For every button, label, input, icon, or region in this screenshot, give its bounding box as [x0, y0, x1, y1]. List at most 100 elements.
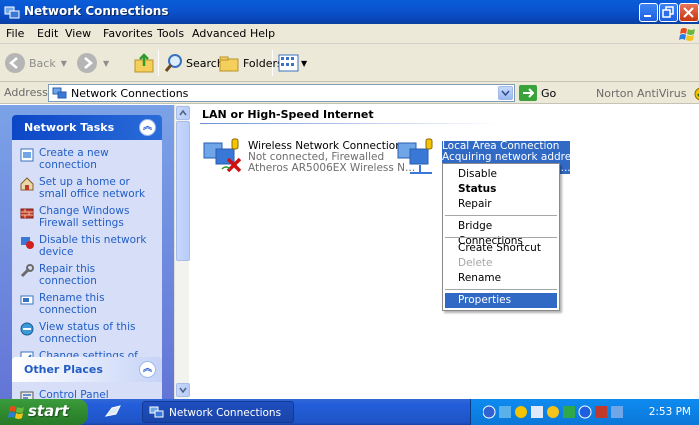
firewall-icon: [20, 208, 34, 219]
network-tasks-panel: Network Tasks ︽ Create a new connection …: [12, 115, 162, 386]
menu-bar: File Edit View Favorites Tools Advanced …: [0, 24, 699, 44]
lan-connection-icon: [397, 138, 433, 174]
taskbar-network-connections-button[interactable]: Network Connections: [142, 401, 294, 423]
tray-network-icon: [499, 406, 511, 418]
search-button[interactable]: Search: [164, 52, 224, 74]
task-create-new-connection[interactable]: Create a new connection: [20, 147, 156, 171]
restore-icon: [662, 6, 674, 18]
network-tasks-header[interactable]: Network Tasks ︽: [12, 115, 162, 140]
scroll-down-arrow-icon: [179, 387, 187, 394]
tray-app-icon: [563, 406, 575, 418]
close-button[interactable]: [679, 3, 699, 22]
group-divider: [200, 123, 500, 124]
task-view-status[interactable]: View status of this connection: [20, 321, 156, 345]
title-bar[interactable]: Network Connections: [0, 0, 699, 24]
scroll-up-arrow-icon: [179, 109, 187, 116]
menu-item-repair[interactable]: Repair: [445, 197, 557, 212]
scroll-up-button[interactable]: [176, 106, 190, 120]
taskbar: start Network Connections 2:53 PM: [0, 399, 699, 425]
task-pane: Network Tasks ︽ Create a new connection …: [0, 105, 174, 399]
up-folder-button[interactable]: [133, 52, 155, 74]
menu-item-properties[interactable]: Properties: [445, 293, 557, 308]
address-input[interactable]: Network Connections: [48, 84, 515, 102]
back-button[interactable]: Back ▼: [4, 52, 67, 74]
task-disable-network-device[interactable]: Disable this network device: [20, 234, 156, 258]
menu-view[interactable]: View: [65, 27, 91, 40]
views-button[interactable]: ▼: [278, 52, 307, 74]
menu-item-delete[interactable]: Delete: [445, 256, 557, 271]
chevron-down-icon: [501, 90, 510, 97]
task-set-up-home-network[interactable]: Set up a home or small office network: [20, 176, 156, 200]
address-label: Address: [4, 86, 48, 99]
tray-security-icon: [515, 406, 527, 418]
menu-item-bridge-connections[interactable]: Bridge Connections: [445, 219, 557, 247]
tray-expand-icon: [482, 405, 496, 419]
tray-icon-strip: [482, 405, 623, 419]
tray-norton-icon: [547, 406, 559, 418]
group-title: LAN or High-Speed Internet: [202, 108, 374, 121]
network-folder-icon: [52, 87, 67, 99]
minimize-icon: [644, 15, 651, 17]
network-tasks-list: Create a new connection Set up a home or…: [12, 140, 162, 386]
address-dropdown-button[interactable]: [498, 86, 513, 100]
search-icon: [164, 54, 182, 72]
menu-tools[interactable]: Tools: [157, 27, 184, 40]
repair-icon: [20, 264, 34, 278]
clock: 2:53 PM: [648, 406, 691, 418]
lan-connection-status: Acquiring network address, Fir...: [442, 151, 570, 163]
norton-icon: [694, 87, 699, 101]
norton-antivirus-toolbar[interactable]: Norton AntiVirus ▼: [596, 87, 699, 101]
window-title: Network Connections: [24, 4, 169, 18]
system-tray: 2:53 PM: [470, 399, 699, 425]
task-change-firewall-settings[interactable]: Change Windows Firewall settings: [20, 205, 156, 229]
menu-advanced[interactable]: Advanced: [192, 27, 246, 40]
views-dropdown-icon: ▼: [301, 58, 308, 68]
toolbar: Back ▼ ▼ Search Folders ▼: [0, 44, 699, 82]
forward-button[interactable]: ▼: [76, 52, 109, 74]
view-status-icon: [20, 322, 34, 336]
menu-item-status[interactable]: Status: [445, 182, 557, 197]
folders-button[interactable]: Folders: [219, 52, 283, 74]
maximize-button[interactable]: [659, 3, 678, 22]
up-folder-icon: [134, 53, 154, 73]
task-pane-scrollbar[interactable]: [174, 105, 190, 399]
go-arrow-icon: [519, 85, 537, 101]
windows-logo-icon: [8, 406, 24, 419]
tray-dell-icon: [595, 406, 607, 418]
network-connections-icon: [4, 6, 20, 19]
scroll-down-button[interactable]: [176, 383, 190, 397]
back-arrow-icon: [5, 53, 25, 73]
menu-help[interactable]: Help: [250, 27, 275, 40]
forward-arrow-icon: [77, 53, 97, 73]
folders-icon: [219, 56, 239, 72]
task-rename-connection[interactable]: Rename this connection: [20, 292, 156, 316]
collapse-chevron-icon[interactable]: ︽: [139, 119, 156, 136]
forward-dropdown-icon: ▼: [103, 58, 110, 68]
menu-item-create-shortcut[interactable]: Create Shortcut: [445, 241, 557, 256]
tray-monitor-icon: [611, 406, 623, 418]
new-connection-icon: [20, 148, 34, 162]
other-places-header[interactable]: Other Places ︽: [12, 357, 162, 382]
menu-favorites[interactable]: Favorites: [103, 27, 153, 40]
other-places-panel: Other Places ︽ Control Panel: [12, 357, 162, 399]
back-dropdown-icon: ▼: [60, 58, 67, 68]
minimize-button[interactable]: [639, 3, 658, 22]
control-panel-icon: [20, 391, 34, 399]
place-control-panel[interactable]: Control Panel: [20, 389, 156, 399]
menu-item-rename[interactable]: Rename: [445, 271, 557, 286]
tray-mail-icon: [531, 406, 543, 418]
quick-launch-icon[interactable]: [104, 404, 122, 420]
wireless-network-icon: [203, 138, 242, 173]
start-button[interactable]: start: [0, 399, 88, 425]
wireless-connection-device: Atheros AR5006EX Wireless N...: [248, 162, 416, 174]
menu-item-disable[interactable]: Disable: [445, 167, 557, 182]
disable-device-icon: [21, 237, 34, 249]
collapse-chevron-icon[interactable]: ︽: [139, 361, 156, 378]
task-repair-connection[interactable]: Repair this connection: [20, 263, 156, 287]
menu-edit[interactable]: Edit: [37, 27, 58, 40]
network-connections-icon: [149, 406, 164, 418]
menu-separator: [445, 289, 557, 290]
scroll-thumb[interactable]: [176, 121, 190, 261]
go-button[interactable]: Go: [519, 84, 556, 102]
menu-file[interactable]: File: [6, 27, 24, 40]
